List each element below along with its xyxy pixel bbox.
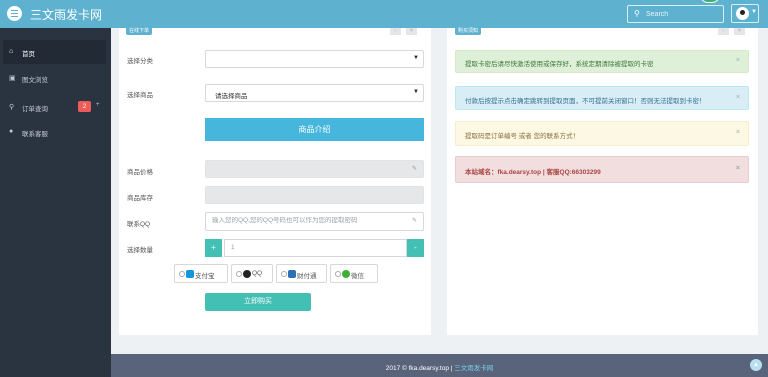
notice-alert: 提取卡密后请尽快激活使用或保存好，系统定期清除被提取的卡密 × [455, 50, 749, 73]
qq-field[interactable]: ✎ [205, 212, 424, 231]
notice-panel-title: 购买须知 [455, 28, 482, 35]
product-select[interactable]: 请选择商品 ▼ [205, 84, 424, 102]
footer-text: 2017 © fka.dearsy.top | 三文雨发卡网 [111, 362, 768, 372]
notice-text: 提取码是订单编号 或者 您的联系方式！ [465, 133, 580, 140]
product-label: 选择商品 [127, 92, 153, 99]
qq-label: 联系QQ [127, 221, 151, 228]
sidebar-item-support[interactable]: ● 联系客服 [3, 120, 106, 144]
user-menu-button[interactable]: ▼ [731, 4, 759, 23]
quantity-value: 1 [231, 244, 235, 251]
notice-text: 提取卡密后请尽快激活使用或保存好，系统定期清除被提取的卡密 [465, 61, 654, 68]
payment-label: 财付通 [297, 273, 317, 280]
search-icon: ⚲ [9, 104, 15, 111]
expand-icon: + [96, 102, 100, 108]
order-count-badge: 2 [78, 101, 91, 112]
radio-icon[interactable] [335, 271, 341, 277]
close-icon[interactable]: × [736, 57, 740, 64]
image-icon: ▣ [9, 75, 16, 82]
close-icon[interactable]: × [736, 94, 740, 101]
scroll-top-icon[interactable]: ▲ [750, 359, 762, 371]
home-icon: ⌂ [9, 48, 14, 55]
notice-text: 本站域名：fka.dearsy.top | 客服QQ:66303299 [465, 169, 601, 176]
search-box[interactable]: ⚲ [627, 5, 724, 23]
payment-label: 支付宝 [195, 273, 215, 280]
sidebar-item-label: 首页 [22, 51, 35, 58]
footer-site-link[interactable]: 三文雨发卡网 [454, 365, 493, 372]
top-bar: 三文雨发卡网 ⚲ ▼ [0, 0, 768, 28]
category-select[interactable]: ▼ [205, 50, 424, 68]
menu-toggle-icon[interactable] [7, 6, 22, 21]
price-label: 商品价格 [127, 169, 153, 176]
quantity-plus-button[interactable]: + [205, 239, 222, 257]
product-intro-button[interactable]: 商品介绍 [205, 118, 424, 141]
chevron-down-icon: ▼ [413, 89, 419, 95]
payment-label: QQ [252, 270, 263, 277]
notice-text: 付款后按提示点击确定跳转到提取页面，不可提前关闭窗口！否则无法提取到卡密！ [465, 98, 706, 105]
sidebar-item-orders[interactable]: ⚲ 订单查询 2 + [3, 95, 106, 119]
wechat-icon [342, 270, 350, 278]
product-select-value: 请选择商品 [215, 93, 248, 100]
payment-option-wechat[interactable]: 微信 [330, 264, 378, 283]
stock-field [205, 186, 424, 204]
quantity-minus-button[interactable]: - [407, 239, 424, 257]
order-form-panel: 在线下单 - × [119, 28, 431, 335]
sidebar-item-label: 订单查询 [22, 106, 48, 113]
chevron-down-icon: ▼ [751, 9, 757, 15]
copyright-text: 2017 © fka.dearsy.top | [385, 365, 453, 372]
close-icon[interactable]: × [736, 129, 740, 136]
category-label: 选择分类 [127, 58, 153, 65]
payment-label: 微信 [351, 273, 364, 280]
stock-label: 商品库存 [127, 195, 153, 202]
sidebar-item-label: 联系客服 [22, 131, 48, 138]
payment-option-tenpay[interactable]: 财付通 [276, 264, 327, 283]
site-title[interactable]: 三文雨发卡网 [30, 6, 102, 23]
notice-alert: 提取码是订单编号 或者 您的联系方式！ × [455, 121, 749, 146]
footer: 2017 © fka.dearsy.top | 三文雨发卡网 [111, 354, 768, 377]
panel-collapse-button[interactable]: - [390, 28, 401, 35]
notice-alert: 本站域名：fka.dearsy.top | 客服QQ:66303299 × [455, 156, 749, 183]
alipay-icon [186, 270, 194, 278]
quantity-label: 选择数量 [127, 247, 153, 254]
qq-icon [243, 270, 251, 278]
panel-close-button[interactable]: × [406, 28, 417, 35]
radio-icon[interactable] [179, 271, 185, 277]
price-field: ✎ [205, 160, 424, 178]
sidebar-item-gallery[interactable]: ▣ 图文浏览 [3, 66, 106, 90]
search-input[interactable] [646, 8, 720, 20]
payment-option-alipay[interactable]: 支付宝 [174, 264, 228, 283]
sidebar: ⌂ 首页 ▣ 图文浏览 ⚲ 订单查询 2 + ● 联系客服 [0, 28, 111, 377]
edit-icon: ✎ [411, 166, 417, 172]
sidebar-item-home[interactable]: ⌂ 首页 [3, 40, 106, 64]
panel-collapse-button[interactable]: - [718, 28, 729, 35]
notification-indicator[interactable] [700, 0, 720, 3]
radio-icon[interactable] [236, 271, 242, 277]
close-icon[interactable]: × [736, 165, 740, 172]
chevron-down-icon: ▼ [413, 55, 419, 61]
search-icon: ⚲ [634, 9, 640, 18]
tenpay-icon [288, 270, 296, 278]
panel-close-button[interactable]: × [734, 28, 745, 35]
qq-input[interactable] [212, 217, 402, 224]
edit-icon: ✎ [411, 218, 417, 224]
buy-now-button[interactable]: 立即购买 [205, 293, 311, 311]
order-panel-title: 在线下单 [126, 28, 153, 35]
user-icon: ● [9, 128, 14, 135]
payment-option-qq[interactable]: QQ [231, 264, 273, 283]
avatar [736, 7, 749, 20]
sidebar-item-label: 图文浏览 [22, 77, 48, 84]
notice-alert: 付款后按提示点击确定跳转到提取页面，不可提前关闭窗口！否则无法提取到卡密！ × [455, 86, 749, 110]
radio-icon[interactable] [281, 271, 287, 277]
quantity-input[interactable]: 1 [224, 239, 407, 257]
